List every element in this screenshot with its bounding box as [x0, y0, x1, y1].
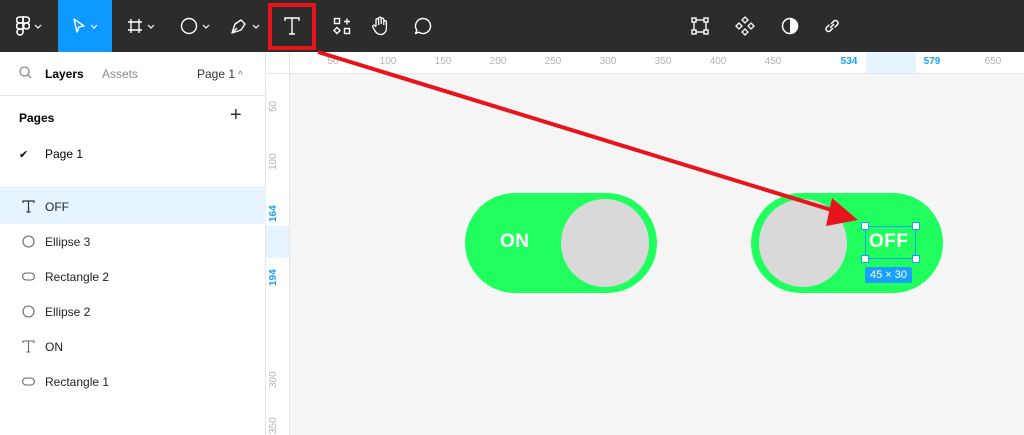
resize-handle-top-left[interactable]: [861, 222, 869, 230]
ruler-left-selection: [266, 226, 289, 258]
ruler-tick-selection-start: 534: [840, 56, 858, 67]
divider: [0, 187, 266, 188]
resources-icon: [333, 17, 351, 35]
text-icon: [284, 17, 300, 35]
ruler-tick: 150: [434, 56, 452, 67]
page-selector[interactable]: Page 1 ^: [197, 67, 243, 81]
ruler-tick: 400: [709, 56, 727, 67]
ruler-tick: 350: [654, 56, 672, 67]
layer-label: Ellipse 2: [45, 304, 91, 319]
chevron-down-icon: [147, 24, 155, 29]
text-tool-button[interactable]: [272, 0, 312, 52]
figma-logo-icon: [16, 16, 30, 36]
frame-icon: [128, 19, 142, 33]
layer-row-off[interactable]: OFF: [0, 189, 266, 224]
layer-label: Rectangle 1: [45, 374, 110, 389]
selection-box[interactable]: [865, 226, 916, 259]
component-icon: [735, 16, 755, 36]
edit-object-icon: [691, 17, 709, 35]
pen-icon: [231, 19, 246, 34]
tab-assets[interactable]: Assets: [102, 67, 138, 81]
chevron-down-icon: [34, 24, 42, 29]
panel-tabs: Layers Assets Page 1 ^: [0, 52, 266, 96]
add-page-button[interactable]: +: [230, 105, 242, 125]
check-icon: ✔: [19, 148, 29, 161]
toolbar: [0, 0, 1024, 52]
pages-heading: Pages: [19, 111, 55, 125]
layer-label: OFF: [45, 199, 69, 214]
ruler-tick: 50: [268, 100, 279, 112]
ruler-top-selection: [866, 52, 916, 73]
hand-tool-button[interactable]: [360, 0, 400, 52]
resources-tool-button[interactable]: [320, 0, 364, 52]
resize-handle-top-right[interactable]: [912, 222, 920, 230]
pen-tool-button[interactable]: [222, 0, 268, 52]
ruler-tick: 300: [599, 56, 617, 67]
frame-tool-button[interactable]: [114, 0, 168, 52]
mask-button[interactable]: [770, 0, 810, 52]
canvas[interactable]: ON OFF 45 × 30: [290, 74, 1024, 435]
ruler-tick: 650: [984, 56, 1002, 67]
text-icon: [21, 340, 35, 353]
rectangle-icon: [21, 272, 35, 281]
ruler-left: 50 100 164 194 300 350: [266, 74, 290, 435]
rectangle-icon: [21, 377, 35, 386]
layer-row-ellipse-2[interactable]: Ellipse 2: [0, 294, 266, 329]
search-icon[interactable]: [19, 66, 32, 79]
toggle-on-label[interactable]: ON: [500, 231, 530, 253]
page-item-label: Page 1: [45, 147, 84, 161]
layer-label: Ellipse 3: [45, 234, 91, 249]
ruler-tick: 100: [268, 153, 279, 170]
ruler-tick-selection-end: 194: [268, 269, 279, 286]
chevron-up-icon: ^: [238, 70, 243, 81]
tab-layers[interactable]: Layers: [45, 67, 84, 81]
page-item[interactable]: ✔ Page 1: [19, 147, 83, 161]
ruler-tick: 100: [379, 56, 397, 67]
move-tool-button[interactable]: [58, 0, 112, 52]
comment-icon: [414, 17, 432, 35]
ruler-tick: 250: [544, 56, 562, 67]
ruler-tick-selection-start: 164: [268, 205, 279, 222]
edit-object-button[interactable]: [680, 0, 720, 52]
layer-row-rectangle-1[interactable]: Rectangle 1: [0, 364, 266, 399]
toggle-on[interactable]: ON: [465, 193, 657, 293]
main-menu-button[interactable]: [0, 0, 58, 52]
text-icon: [21, 200, 35, 213]
dimension-badge: 45 × 30: [865, 267, 913, 283]
ellipse-icon: [21, 305, 35, 318]
ruler-tick: 350: [268, 417, 279, 434]
create-component-button[interactable]: [725, 0, 765, 52]
layer-label: ON: [45, 339, 63, 354]
resize-handle-bottom-right[interactable]: [912, 255, 920, 263]
ruler-tick: 450: [764, 56, 782, 67]
ruler-corner: [266, 52, 290, 74]
ruler-tick: 200: [489, 56, 507, 67]
mask-icon: [781, 17, 799, 35]
page-selector-label: Page 1: [197, 67, 236, 81]
hand-icon: [372, 16, 388, 36]
layer-row-rectangle-2[interactable]: Rectangle 2: [0, 259, 266, 294]
ellipse-icon: [21, 235, 35, 248]
link-button[interactable]: [812, 0, 852, 52]
toggle-knob[interactable]: [561, 199, 649, 287]
chevron-down-icon: [252, 24, 260, 29]
pointer-icon: [73, 18, 85, 33]
chevron-down-icon: [90, 24, 98, 29]
ruler-top: 50 100 150 200 250 300 350 400 450 534 5…: [290, 52, 1024, 74]
layer-row-ellipse-3[interactable]: Ellipse 3: [0, 224, 266, 259]
ellipse-icon: [180, 17, 198, 35]
toggle-knob[interactable]: [759, 199, 847, 287]
comment-tool-button[interactable]: [403, 0, 443, 52]
ruler-tick: 300: [268, 371, 279, 388]
resize-handle-bottom-left[interactable]: [861, 255, 869, 263]
ruler-tick-selection-end: 579: [923, 56, 941, 67]
layer-row-on[interactable]: ON: [0, 329, 266, 364]
ruler-tick: 50: [327, 56, 339, 67]
link-icon: [825, 19, 839, 33]
shape-tool-button[interactable]: [170, 0, 220, 52]
layers-panel: Layers Assets Page 1 ^ Pages + ✔ Page 1 O…: [0, 52, 266, 435]
layer-label: Rectangle 2: [45, 269, 110, 284]
chevron-down-icon: [202, 24, 210, 29]
